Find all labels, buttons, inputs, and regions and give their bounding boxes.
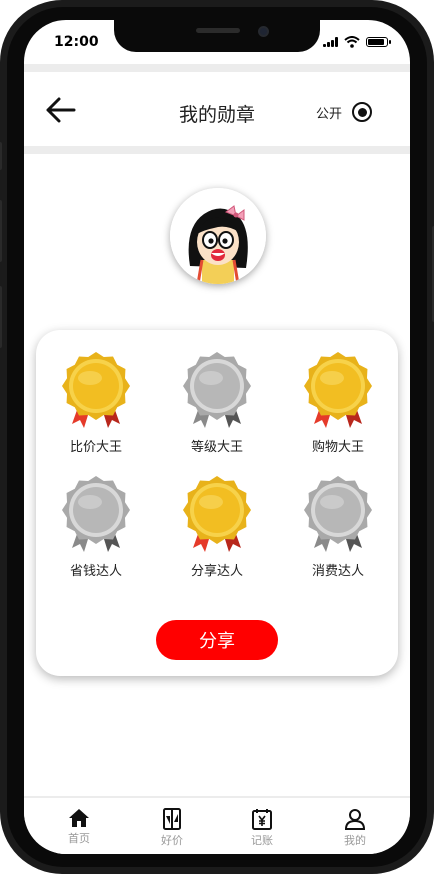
- silver-medal-icon: [183, 352, 251, 428]
- tab-bookkeeping[interactable]: 记账: [232, 808, 292, 848]
- status-time: 12:00: [54, 34, 99, 50]
- phone-frame: 12:00 我的勋章 公开 比价大王 等级大王 购物大王 省钱达人 分享达人 消…: [0, 0, 434, 874]
- cartoon-girl-avatar-icon: [170, 188, 266, 284]
- signal-icon: [323, 37, 338, 47]
- gold-medal-icon: [183, 476, 251, 552]
- badge-item[interactable]: 比价大王: [46, 350, 146, 455]
- badge-item[interactable]: 等级大王: [167, 350, 267, 455]
- notch: [114, 20, 320, 52]
- silver-medal-icon: [304, 476, 372, 552]
- tab-label: 好价: [161, 834, 183, 847]
- screen: 12:00 我的勋章 公开 比价大王 等级大王 购物大王 省钱达人 分享达人 消…: [24, 20, 410, 854]
- battery-icon: [366, 37, 391, 47]
- badge-card: 比价大王 等级大王 购物大王 省钱达人 分享达人 消费达人 分享: [36, 330, 398, 676]
- calendar-yen-icon: [252, 809, 272, 830]
- public-toggle[interactable]: 公开: [316, 102, 372, 122]
- speaker: [196, 28, 240, 33]
- front-camera: [258, 26, 269, 37]
- badge-label: 消费达人: [311, 564, 364, 579]
- badge-item[interactable]: 购物大王: [288, 350, 388, 455]
- user-icon: [344, 809, 366, 830]
- public-label: 公开: [315, 106, 342, 122]
- tab-home[interactable]: 首页: [49, 808, 109, 846]
- volume-up-button: [0, 200, 2, 262]
- tab-label: 首页: [68, 832, 90, 845]
- volume-down-button: [0, 286, 2, 348]
- badge-item[interactable]: 分享达人: [167, 474, 267, 579]
- tab-label: 我的: [344, 834, 366, 847]
- header-bottom-divider: [24, 146, 410, 154]
- header: 我的勋章 公开: [24, 72, 410, 146]
- share-button[interactable]: 分享: [156, 620, 278, 660]
- tab-label: 记账: [251, 834, 273, 847]
- gold-medal-icon: [62, 352, 130, 428]
- status-icons: [323, 36, 391, 48]
- badge-item[interactable]: 省钱达人: [46, 474, 146, 579]
- avatar[interactable]: [170, 188, 266, 284]
- wifi-icon: [344, 36, 360, 48]
- badge-label: 购物大王: [311, 440, 364, 455]
- badge-label: 分享达人: [190, 564, 243, 579]
- badge-label: 省钱达人: [69, 564, 122, 579]
- tab-deals[interactable]: 好价: [142, 808, 202, 848]
- mute-switch: [0, 142, 2, 170]
- silver-medal-icon: [62, 476, 130, 552]
- badge-item[interactable]: 消费达人: [288, 474, 388, 579]
- tab-mine[interactable]: 我的: [325, 808, 385, 848]
- gold-medal-icon: [304, 352, 372, 428]
- home-icon: [69, 809, 89, 827]
- header-top-divider: [24, 64, 410, 72]
- badge-label: 比价大王: [69, 440, 122, 455]
- public-radio[interactable]: [352, 102, 372, 122]
- price-tag-icon: [163, 808, 181, 830]
- tab-bar: 首页 好价 记账 我的: [24, 798, 410, 854]
- badge-label: 等级大王: [190, 440, 243, 455]
